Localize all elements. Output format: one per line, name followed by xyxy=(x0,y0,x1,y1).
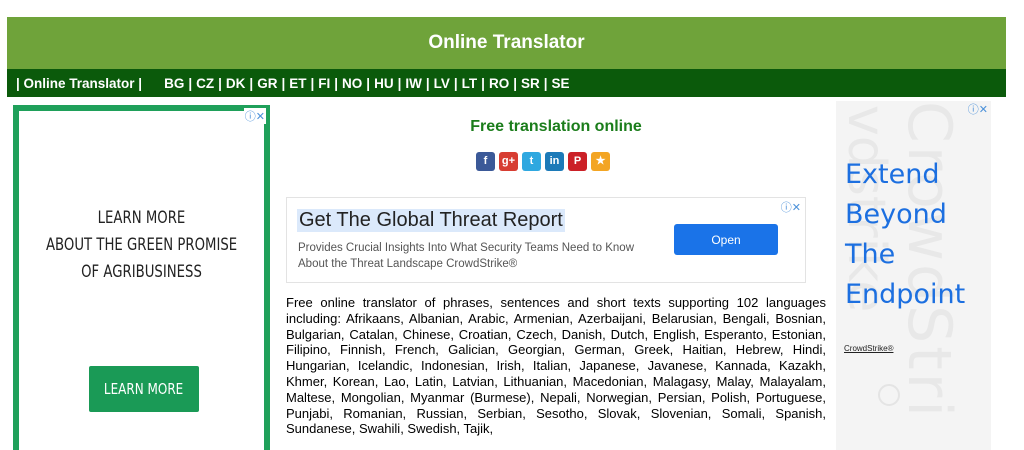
right-ad-headline[interactable]: Extend Beyond The Endpoint xyxy=(845,155,965,315)
pinterest-icon[interactable]: P xyxy=(568,152,587,171)
nav-separator: | xyxy=(513,75,517,91)
nav-separator: | xyxy=(366,75,371,91)
nav-separator: | xyxy=(281,75,286,91)
ad-headline[interactable]: Get The Global Threat Report xyxy=(297,209,565,232)
nav-separator: | xyxy=(188,75,193,91)
nav-separator: | xyxy=(249,75,254,91)
nav-language-ro[interactable]: RO xyxy=(489,76,509,91)
learn-more-button[interactable]: LEARN MORE xyxy=(89,366,199,412)
nav-language-dk[interactable]: DK xyxy=(226,76,246,91)
left-ad-text: LEARN MORE ABOUT THE GREEN PROMISE OF AG… xyxy=(45,208,238,282)
language-links: BG | CZ | DK | GR | ET | FI | NO | HU | IW | LV | LT | RO | SR | S… xyxy=(164,76,569,91)
facebook-icon[interactable]: f xyxy=(476,152,495,171)
adchoices-icon[interactable]: ⓘ✕ xyxy=(968,101,988,117)
nav-separator: | xyxy=(310,75,315,91)
nav-language-se[interactable]: SE xyxy=(552,76,570,91)
site-header: Online Translator xyxy=(7,17,1006,69)
ad-open-button[interactable]: Open xyxy=(674,224,778,255)
nav-language-et[interactable]: ET xyxy=(289,76,306,91)
crowdstrike-brand-link[interactable]: CrowdStrike® xyxy=(844,344,893,353)
nav-language-hu[interactable]: HU xyxy=(374,76,394,91)
nav-language-gr[interactable]: GR xyxy=(257,76,277,91)
google-plus-icon[interactable]: g+ xyxy=(499,152,518,171)
left-banner-ad[interactable]: ⓘ✕ LEARN MORE ABOUT THE GREEN PROMISE OF… xyxy=(13,105,270,450)
nav-separator: | xyxy=(218,75,222,91)
ad-description: Provides Crucial Insights Into What Secu… xyxy=(298,242,634,270)
nav-language-no[interactable]: NO xyxy=(342,76,362,91)
nav-separator: | xyxy=(543,75,548,91)
language-navbar: | Online Translator | BG | CZ | DK | GR | ET | FI |… xyxy=(7,69,1006,97)
nav-separator: | xyxy=(453,75,458,91)
site-title: Online Translator xyxy=(428,32,585,53)
right-skyscraper-ad[interactable]: vdstrike CrowdStri ⓘ✕ Extend Beyond The … xyxy=(836,101,991,450)
nav-language-lt[interactable]: LT xyxy=(462,76,478,91)
nav-home-link[interactable]: | Online Translator | xyxy=(7,76,142,91)
adchoices-icon[interactable]: ⓘ✕ xyxy=(243,108,266,124)
nav-language-fi[interactable]: FI xyxy=(318,76,330,91)
bookmark-star-icon[interactable]: ★ xyxy=(591,152,610,171)
adchoices-icon[interactable]: ⓘ✕ xyxy=(781,199,801,215)
share-buttons: f g+ t in P ★ xyxy=(476,152,610,171)
registered-mark-icon xyxy=(878,384,900,406)
nav-language-iw[interactable]: IW xyxy=(405,76,422,91)
nav-separator: | xyxy=(425,75,430,91)
twitter-icon[interactable]: t xyxy=(522,152,541,171)
nav-separator: | xyxy=(481,75,485,91)
page-title: Free translation online xyxy=(470,118,642,135)
translator-description: Free online translator of phrases, sente… xyxy=(286,295,826,437)
nav-language-cz[interactable]: CZ xyxy=(196,76,214,91)
nav-language-sr[interactable]: SR xyxy=(521,76,540,91)
nav-separator: | xyxy=(334,75,339,91)
nav-language-bg[interactable]: BG xyxy=(164,76,184,91)
nav-language-lv[interactable]: LV xyxy=(434,76,450,91)
threat-report-ad[interactable]: ⓘ✕ Get The Global Threat Report Provides… xyxy=(286,197,806,283)
nav-separator: | xyxy=(397,75,402,91)
linkedin-icon[interactable]: in xyxy=(545,152,564,171)
